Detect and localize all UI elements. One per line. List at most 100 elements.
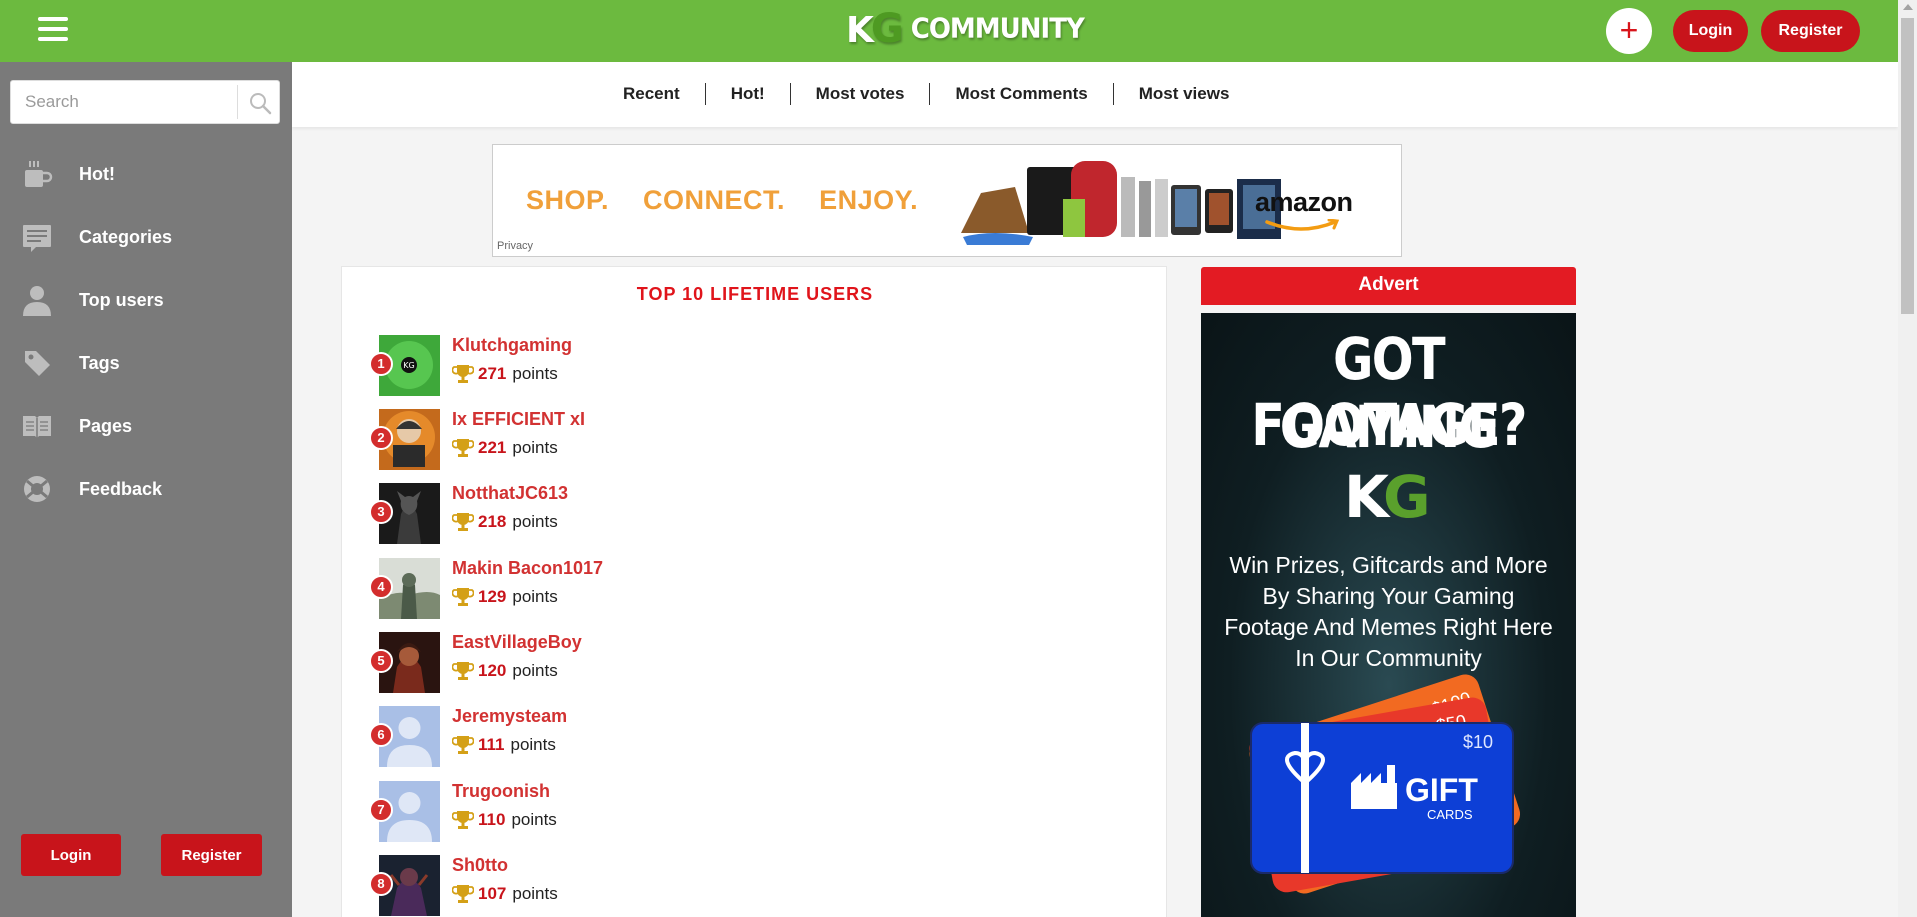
points-label: points (511, 810, 557, 829)
points-value: 111 (478, 735, 505, 754)
search-icon[interactable] (248, 91, 272, 115)
user-name-link[interactable]: Makin Bacon1017 (452, 558, 603, 579)
sidebar-login-button[interactable]: Login (21, 834, 121, 876)
sidebar-item-label: Tags (79, 352, 120, 373)
sidebar-register-button[interactable]: Register (161, 834, 262, 876)
scrollbar-thumb[interactable] (1901, 18, 1914, 314)
sidebar-item-hot[interactable]: Hot! (0, 150, 292, 198)
advert-heading: Advert (1201, 267, 1576, 305)
svg-text:KG: KG (403, 361, 414, 370)
user-name-link[interactable]: Ix EFFICIENT xI (452, 409, 585, 430)
points-value: 221 (478, 438, 507, 457)
banner-slogan: SHOP. CONNECT. ENJOY. (526, 185, 918, 216)
user-points: 271 points (452, 364, 558, 384)
page-scrollbar[interactable] (1898, 0, 1917, 917)
user-name-link[interactable]: Sh0tto (452, 855, 508, 876)
points-label: points (512, 587, 558, 606)
coffee-cup-icon (20, 157, 54, 191)
user-points: 221 points (452, 438, 558, 458)
sidebar: Search Hot! Categories Top users Tags Pa… (0, 62, 292, 917)
sidebar-item-feedback[interactable]: Feedback (0, 465, 292, 513)
sidebar-item-label: Top users (79, 289, 164, 310)
trophy-icon (452, 513, 474, 531)
sort-bar: Recent Hot! Most votes Most Comments Mos… (292, 62, 1898, 127)
user-name-link[interactable]: NotthatJC613 (452, 483, 568, 504)
add-post-button[interactable]: + (1606, 8, 1652, 54)
list-item: 6 Jeremysteam 111 points (369, 706, 1079, 768)
advert-body-text: Win Prizes, Giftcards and More By Sharin… (1224, 552, 1553, 671)
scroll-up-arrow-icon[interactable] (1903, 4, 1913, 10)
advert-headline-2: FOOTAGE? (1251, 391, 1527, 459)
sidebar-item-tags[interactable]: Tags (0, 339, 292, 387)
gift-cards-image: $100 $50 $10 GIFT CARDS (1249, 674, 1521, 894)
points-label: points (512, 364, 558, 383)
user-points: 107 points (452, 884, 558, 904)
user-icon (20, 283, 54, 317)
search-input[interactable]: Search (25, 92, 79, 112)
header-register-button[interactable]: Register (1761, 10, 1860, 52)
sidebar-item-top-users[interactable]: Top users (0, 276, 292, 324)
user-points: 218 points (452, 512, 558, 532)
list-item: 7 Trugoonish 110 points (369, 781, 1079, 843)
tag-icon (20, 346, 54, 380)
trophy-icon (452, 662, 474, 680)
rank-badge: 8 (369, 872, 393, 896)
rank-badge: 4 (369, 575, 393, 599)
sidebar-item-pages[interactable]: Pages (0, 402, 292, 450)
top-users-panel: TOP 10 LIFETIME USERS KG 1 Klutchgaming … (341, 266, 1167, 917)
banner-word: ENJOY. (819, 185, 919, 215)
user-name-link[interactable]: Trugoonish (452, 781, 550, 802)
sidebar-item-categories[interactable]: Categories (0, 213, 292, 261)
gift-card-subtitle: CARDS (1427, 807, 1473, 822)
points-label: points (510, 735, 556, 754)
rank-badge: 2 (369, 426, 393, 450)
user-name-link[interactable]: Klutchgaming (452, 335, 572, 356)
trophy-icon (452, 736, 474, 754)
user-name-link[interactable]: EastVillageBoy (452, 632, 582, 653)
rank-badge: 7 (369, 798, 393, 822)
tab-recent[interactable]: Recent (623, 83, 705, 105)
amazon-smile-icon (1265, 219, 1340, 231)
rank-badge: 6 (369, 723, 393, 747)
top-bar: KG COMMUNITY + Login Register (0, 0, 1898, 62)
sidebar-item-label: Feedback (79, 478, 163, 499)
amazon-logo: amazon (1255, 187, 1353, 217)
list-item: 3 NotthatJC613 218 points (369, 483, 1079, 545)
top-users-title: TOP 10 LIFETIME USERS (636, 284, 874, 304)
points-label: points (512, 438, 558, 457)
lifebuoy-icon (20, 472, 54, 506)
tab-most-votes[interactable]: Most votes (791, 83, 930, 105)
tab-most-views[interactable]: Most views (1114, 83, 1255, 105)
privacy-link[interactable]: Privacy (497, 240, 533, 252)
header-login-button[interactable]: Login (1673, 10, 1748, 52)
trophy-icon (452, 811, 474, 829)
user-points: 129 points (452, 587, 558, 607)
sidebar-item-label: Categories (79, 226, 173, 247)
trophy-icon (452, 439, 474, 457)
banner-ad[interactable]: SHOP. CONNECT. ENJOY. amazon Privacy (492, 144, 1402, 257)
points-value: 110 (478, 810, 506, 829)
user-name-link[interactable]: Jeremysteam (452, 706, 567, 727)
rank-badge: 5 (369, 649, 393, 673)
list-item: 2 Ix EFFICIENT xI 221 points (369, 409, 1079, 471)
rank-badge: 3 (369, 500, 393, 524)
points-value: 120 (478, 661, 507, 680)
user-points: 120 points (452, 661, 558, 681)
search-divider (237, 85, 238, 119)
banner-word: SHOP. (526, 185, 610, 215)
gift-card-title: GIFT (1405, 772, 1478, 808)
logo-text: COMMUNITY (910, 13, 1085, 45)
site-logo[interactable]: KG COMMUNITY (846, 6, 1085, 52)
side-advert: Advert GOT GAMING FOOTAGE? KG Win Prizes… (1201, 267, 1576, 917)
advert-image[interactable]: GOT GAMING FOOTAGE? KG Win Prizes, Giftc… (1201, 313, 1576, 917)
logo-mark: KG (846, 6, 904, 52)
search-box: Search (10, 80, 280, 124)
user-points: 110 points (452, 810, 557, 830)
trophy-icon (452, 885, 474, 903)
tab-hot[interactable]: Hot! (706, 83, 790, 105)
tab-most-comments[interactable]: Most Comments (930, 83, 1112, 105)
points-label: points (512, 512, 558, 531)
hamburger-menu-icon[interactable] (38, 17, 68, 43)
list-item: 4 Makin Bacon1017 129 points (369, 558, 1079, 620)
points-label: points (512, 661, 558, 680)
